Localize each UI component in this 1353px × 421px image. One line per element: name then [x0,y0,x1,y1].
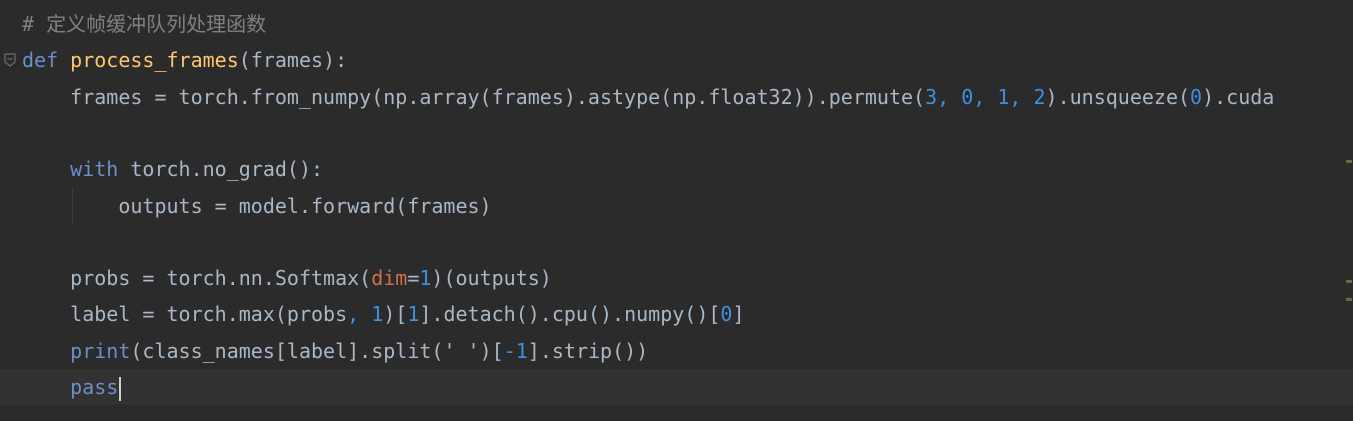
code-token: 0 [961,84,974,109]
code-token: 1 [419,266,432,291]
code-token: pass [70,375,119,399]
code-line[interactable]: frames = torch.from_numpy(np.array(frame… [22,79,1274,115]
code-token: (class_names[label].split( [130,338,444,363]
code-token: 1 [371,302,384,327]
text-caret [119,376,122,401]
code-token: 1 [997,84,1010,109]
code-token: 2 [1033,84,1046,109]
code-token: ).unsqueeze( [1045,84,1191,109]
code-line[interactable]: label = torch.max(probs, 1)[1].detach().… [22,296,745,332]
code-line[interactable]: print(class_names[label].split(' ')[-1].… [22,333,648,369]
code-token: 1 [407,302,420,327]
code-token: )[ [383,302,408,327]
code-token: ' ' [443,338,480,363]
code-token: # 定义帧缓冲队列处理函数 [22,12,267,36]
code-token: )[ [479,338,504,363]
code-token: def [22,48,59,73]
code-token: )(outputs) [431,266,552,291]
code-token: 0 [1190,84,1203,109]
warning-marker[interactable] [1346,280,1352,283]
fold-open-icon[interactable] [3,53,17,67]
code-token: dim [371,266,408,291]
code-editor[interactable]: # 定义帧缓冲队列处理函数 def process_frames(frames):… [0,0,1353,421]
code-token: = [407,266,420,291]
code-token: ].detach().cpu().numpy()[ [419,302,721,327]
code-token: ).cuda [1202,84,1275,109]
code-token: , [973,84,998,109]
code-token: -1 [503,338,528,363]
code-token: (frames): [238,48,348,73]
code-token: , [1009,84,1034,109]
code-token: 3 [925,84,938,109]
code-token: torch.no_grad(): [118,157,324,182]
code-token: ] [732,302,745,327]
code-token: probs = torch.nn.Softmax( [22,266,372,291]
code-token: frames = torch.from_numpy(np.array(frame… [22,84,926,109]
code-line[interactable]: outputs = model.forward(frames) [22,188,492,224]
code-line[interactable]: # 定义帧缓冲队列处理函数 [22,6,266,42]
code-token: outputs = model.forward(frames) [22,193,492,218]
code-token: , [937,84,962,109]
code-line[interactable]: def process_frames(frames): [22,42,347,78]
code-token: print [70,338,131,363]
code-line[interactable]: pass [0,369,1353,405]
warning-marker[interactable] [1346,160,1352,163]
code-token: 0 [720,302,733,327]
code-line[interactable]: probs = torch.nn.Softmax(dim=1)(outputs) [22,260,552,296]
code-token: with [70,157,119,182]
code-token: process_frames [70,48,239,73]
code-token: , [347,302,372,327]
code-token: label = torch.max(probs [22,302,348,327]
code-token: ].strip()) [527,338,649,363]
warning-marker[interactable] [1346,298,1352,301]
code-line[interactable]: with torch.no_grad(): [22,151,323,187]
current-line-content: pass [0,375,122,401]
